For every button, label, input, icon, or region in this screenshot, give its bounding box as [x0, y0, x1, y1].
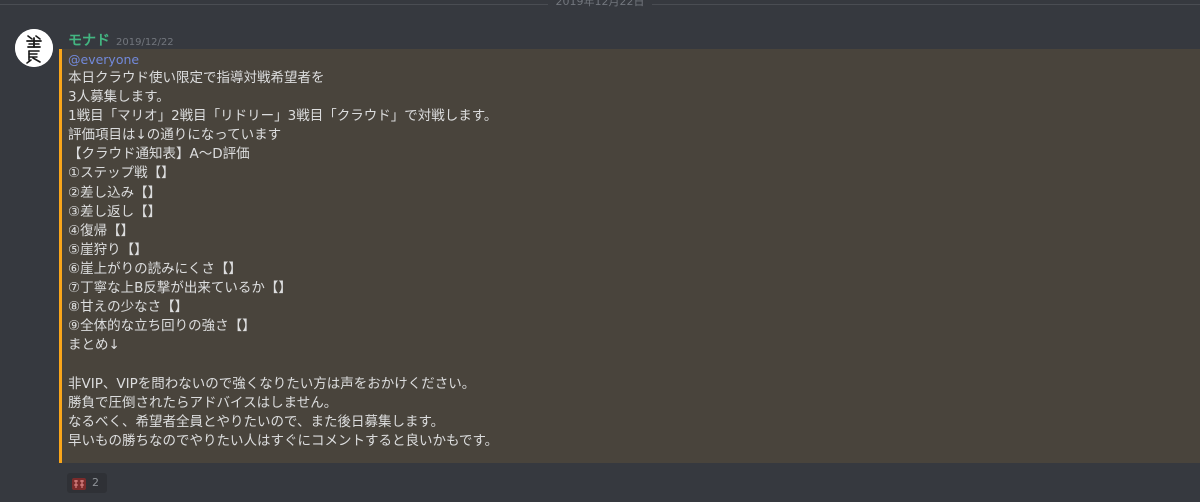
message-line: 非VIP、VIPを問わないので強くなりたい方は声をおかけください。 — [68, 375, 476, 392]
message-line: 評価項目は↓の通りになっています — [68, 127, 282, 144]
message-content: @everyone 本日クラウド使い限定で指導対戦希望者を 3人募集します。 1戦目… — [68, 50, 1188, 451]
message-line: 勝負で圧倒されたらアドバイスはしません。 — [68, 394, 338, 411]
reaction-button[interactable]: 2 — [67, 473, 107, 493]
message-line: ⑥崖上がりの読みにくさ【】 — [68, 260, 242, 277]
message-line: 1戦目「マリオ」2戦目「リドリー」3戦目「クラウド」で対戦します。 — [68, 108, 498, 125]
message-line: 【クラウド通知表】A～D評価 — [68, 146, 250, 163]
message-line: ④復帰【】 — [68, 222, 135, 239]
custom-emoji-icon — [71, 476, 87, 490]
message-line: ⑤崖狩り【】 — [68, 241, 148, 258]
date-divider: 2019年12月22日 — [0, 0, 1200, 10]
message-line: ②差し込み【】 — [68, 184, 162, 201]
message-line: ⑦丁寧な上B反撃が出来ているか【】 — [68, 280, 292, 297]
username[interactable]: モナド — [68, 33, 110, 49]
message-line: 本日クラウド使い限定で指導対戦希望者を — [68, 70, 325, 86]
divider-date: 2019年12月22日 — [555, 0, 645, 8]
kanji-avatar-icon — [15, 29, 53, 67]
message-line: ⑧甘えの少なさ【】 — [68, 299, 189, 316]
message-line — [68, 355, 1188, 374]
message-line: 3人募集します。 — [68, 89, 170, 106]
divider-line-right — [652, 4, 1200, 5]
avatar[interactable] — [15, 29, 53, 67]
message-line: ③差し返し【】 — [68, 203, 162, 220]
message-line: なるべく、希望者全員とやりたいので、また後日募集します。 — [68, 413, 445, 430]
message-line: ⑨全体的な立ち回りの強さ【】 — [68, 318, 256, 335]
reaction-count: 2 — [92, 476, 99, 489]
everyone-mention[interactable]: @everyone — [68, 50, 1188, 69]
message-line: 早いもの勝ちなのでやりたい人はすぐにコメントすると良いかもです。 — [68, 432, 499, 449]
mention-highlight-bar — [59, 49, 62, 463]
divider-line-left — [0, 4, 548, 5]
message-line: ①ステップ戦【】 — [68, 165, 175, 182]
message-header: モナド 2019/12/22 — [68, 30, 174, 50]
message-timestamp: 2019/12/22 — [116, 37, 174, 48]
message-line: まとめ↓ — [68, 337, 120, 354]
message-lines: 本日クラウド使い限定で指導対戦希望者を 3人募集します。 1戦目「マリオ」2戦目「リ… — [68, 69, 1188, 451]
chat-view: 2019年12月22日 モナド 2019/12/22 @everyone 本日ク… — [0, 0, 1200, 502]
